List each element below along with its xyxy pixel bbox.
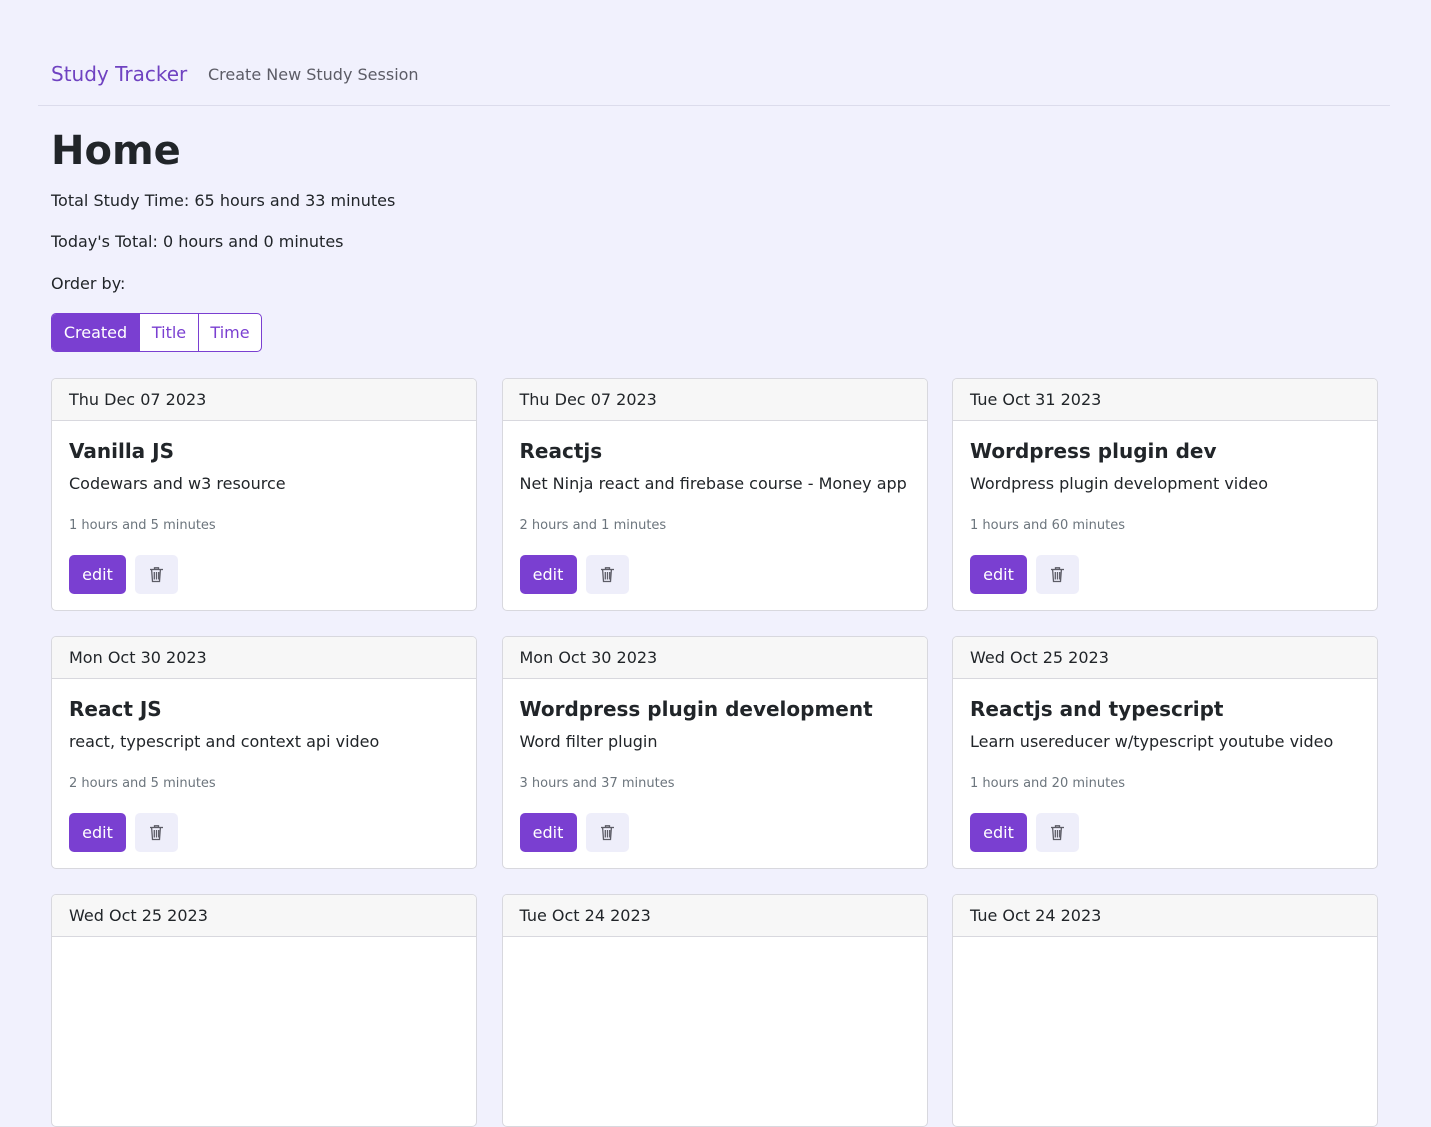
session-date: Tue Oct 24 2023 bbox=[502, 895, 927, 937]
edit-button[interactable]: edit bbox=[970, 555, 1027, 594]
session-description: react, typescript and context api video bbox=[69, 732, 380, 751]
session-date: Mon Oct 30 2023 bbox=[52, 637, 476, 679]
delete-button[interactable] bbox=[1036, 813, 1079, 852]
session-card: Tue Oct 24 2023 bbox=[501, 894, 928, 1127]
delete-button[interactable] bbox=[135, 813, 178, 852]
edit-button[interactable]: edit bbox=[69, 813, 126, 852]
edit-button[interactable]: edit bbox=[970, 813, 1027, 852]
brand-link[interactable]: Study Tracker bbox=[51, 62, 187, 86]
session-title: Wordpress plugin dev bbox=[970, 439, 1217, 463]
order-created-button[interactable]: Created bbox=[52, 314, 139, 351]
session-description: Learn usereducer w/typescript youtube vi… bbox=[970, 732, 1334, 751]
edit-button[interactable]: edit bbox=[519, 555, 577, 594]
session-title: Vanilla JS bbox=[69, 439, 174, 463]
session-card: Thu Dec 07 2023 Reactjs Net Ninja react an… bbox=[501, 378, 928, 611]
order-title-button[interactable]: Title bbox=[139, 314, 198, 351]
session-duration: 1 hours and 60 minutes bbox=[970, 518, 1125, 533]
edit-button[interactable]: edit bbox=[69, 555, 126, 594]
total-study-time: Total Study Time: 65 hours and 33 minute… bbox=[51, 191, 396, 210]
order-by-label: Order by: bbox=[51, 274, 126, 293]
delete-button[interactable] bbox=[1036, 555, 1079, 594]
session-date: Thu Dec 07 2023 bbox=[52, 379, 476, 421]
session-card: Wed Oct 25 2023 Reactjs and typescript Lea… bbox=[952, 636, 1378, 869]
session-card-grid: Thu Dec 07 2023 Vanilla JS Codewars and w3… bbox=[51, 378, 1378, 1127]
delete-button[interactable] bbox=[135, 555, 178, 594]
navbar: Study Tracker Create New Study Session bbox=[38, 0, 1390, 106]
session-card: Thu Dec 07 2023 Vanilla JS Codewars and w3… bbox=[51, 378, 477, 611]
session-card: Mon Oct 30 2023 Wordpress plugin developm… bbox=[501, 636, 928, 869]
session-duration: 2 hours and 5 minutes bbox=[69, 776, 216, 791]
session-date: Wed Oct 25 2023 bbox=[52, 895, 476, 937]
session-description: Wordpress plugin development video bbox=[970, 474, 1269, 493]
session-description: Codewars and w3 resource bbox=[69, 474, 286, 493]
session-title: Reactjs and typescript bbox=[970, 697, 1224, 721]
session-card: Wed Oct 25 2023 bbox=[51, 894, 477, 1127]
session-description: Net Ninja react and firebase course - Mo… bbox=[519, 474, 907, 493]
order-time-button[interactable]: Time bbox=[198, 314, 261, 351]
session-description: Word filter plugin bbox=[519, 732, 658, 751]
edit-button[interactable]: edit bbox=[519, 813, 577, 852]
session-duration: 3 hours and 37 minutes bbox=[519, 776, 675, 791]
session-card: Mon Oct 30 2023 React JS react, typescript… bbox=[51, 636, 477, 869]
session-duration: 1 hours and 20 minutes bbox=[970, 776, 1125, 791]
session-title: Reactjs bbox=[519, 439, 603, 463]
session-duration: 2 hours and 1 minutes bbox=[519, 518, 667, 533]
session-date: Wed Oct 25 2023 bbox=[953, 637, 1377, 679]
session-duration: 1 hours and 5 minutes bbox=[69, 518, 216, 533]
page-title: Home bbox=[51, 128, 181, 174]
session-card: Tue Oct 31 2023 Wordpress plugin dev Wordp… bbox=[952, 378, 1378, 611]
order-by-button-group: Created Title Time bbox=[51, 313, 262, 352]
session-date: Thu Dec 07 2023 bbox=[502, 379, 927, 421]
delete-button[interactable] bbox=[585, 555, 629, 594]
session-date: Tue Oct 31 2023 bbox=[953, 379, 1377, 421]
create-session-link[interactable]: Create New Study Session bbox=[208, 65, 419, 84]
session-card: Tue Oct 24 2023 bbox=[952, 894, 1378, 1127]
session-title: Wordpress plugin development bbox=[519, 697, 873, 721]
delete-button[interactable] bbox=[585, 813, 629, 852]
session-date: Tue Oct 24 2023 bbox=[953, 895, 1377, 937]
today-total: Today's Total: 0 hours and 0 minutes bbox=[51, 232, 344, 251]
session-date: Mon Oct 30 2023 bbox=[502, 637, 927, 679]
session-title: React JS bbox=[69, 697, 162, 721]
